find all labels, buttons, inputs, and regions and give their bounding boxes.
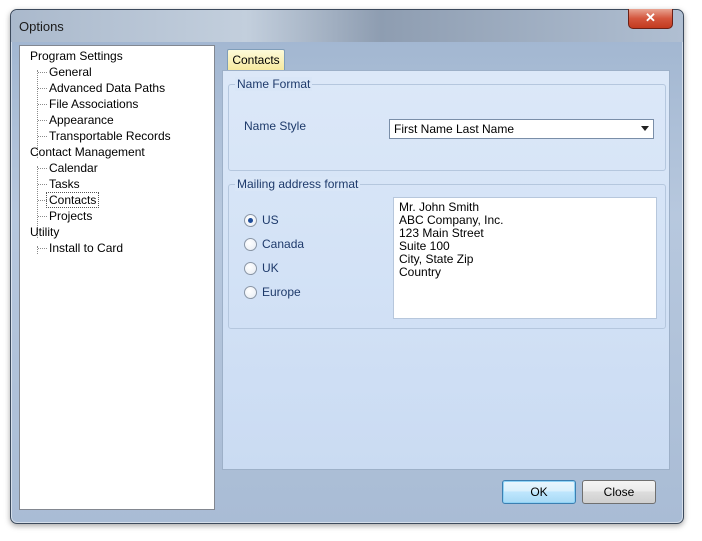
name-style-label: Name Style <box>244 119 307 133</box>
close-button[interactable]: Close <box>582 480 656 504</box>
radio-label-uk: UK <box>262 261 279 275</box>
tree-item-label: Calendar <box>49 161 98 175</box>
chevron-down-icon <box>641 126 649 131</box>
tree-item-tasks[interactable]: Tasks <box>38 176 80 192</box>
tree-item-transportable-records[interactable]: Transportable Records <box>38 128 171 144</box>
tab-label: Contacts <box>232 53 280 67</box>
tab-page-contacts: Name Format Name Style First Name Last N… <box>222 70 670 470</box>
address-preview: Mr. John Smith ABC Company, Inc. 123 Mai… <box>393 197 657 319</box>
tree-item-utility[interactable]: Utility <box>30 224 59 240</box>
tree-item-label: Contacts <box>46 192 100 208</box>
tree-item-label: Utility <box>30 225 60 239</box>
tree-item-projects[interactable]: Projects <box>37 208 93 224</box>
tree-item-label: Projects <box>49 209 93 223</box>
window-close-button[interactable]: ✕ <box>628 9 673 29</box>
radio-button <box>244 238 257 251</box>
tree-item-label: General <box>49 65 92 79</box>
tree-item-general[interactable]: General <box>38 64 92 80</box>
tree-item-appearance[interactable]: Appearance <box>38 112 114 128</box>
tree-item-label: Transportable Records <box>49 129 171 143</box>
radio-label-europe: Europe <box>262 285 301 299</box>
window-title: Options <box>19 19 64 34</box>
tree-item-label: Tasks <box>49 177 80 191</box>
tab-contacts[interactable]: Contacts <box>227 49 285 71</box>
settings-panel: Contacts Name Format Name Style First Na… <box>221 45 672 475</box>
radio-button <box>244 286 257 299</box>
tree-item-program-settings[interactable]: Program Settings <box>30 48 123 64</box>
options-tree[interactable]: Program Settings General Advanced Data P… <box>19 45 215 510</box>
tree-item-file-associations[interactable]: File Associations <box>37 96 139 112</box>
tree-item-label: Program Settings <box>30 49 123 63</box>
tree-item-label: Contact Management <box>30 145 145 159</box>
tree-item-label: Advanced Data Paths <box>49 81 166 95</box>
tree-item-advanced-data-paths[interactable]: Advanced Data Paths <box>37 80 166 96</box>
radio-label-us: US <box>262 213 279 227</box>
close-icon: ✕ <box>645 10 656 25</box>
tree-item-calendar[interactable]: Calendar <box>38 160 98 176</box>
tree-item-label: Appearance <box>49 113 114 127</box>
radio-button <box>244 262 257 275</box>
ok-button[interactable]: OK <box>502 480 576 504</box>
tree-item-label: File Associations <box>49 97 139 111</box>
name-style-value: First Name Last Name <box>394 122 515 136</box>
radio-label-canada: Canada <box>262 237 305 251</box>
tree-item-label: Install to Card <box>49 241 124 255</box>
tree-item-install-to-card[interactable]: Install to Card <box>37 240 124 256</box>
name-style-select[interactable]: First Name Last Name <box>389 119 654 139</box>
radio-button-checked <box>244 214 257 227</box>
mailing-address-legend: Mailing address format <box>235 177 361 191</box>
tree-item-contacts[interactable]: Contacts <box>37 192 100 208</box>
tree-item-contact-management[interactable]: Contact Management <box>30 144 145 160</box>
title-bar[interactable]: Options ✕ <box>11 9 683 42</box>
name-format-legend: Name Format <box>235 77 313 91</box>
address-line: Country <box>399 265 442 279</box>
